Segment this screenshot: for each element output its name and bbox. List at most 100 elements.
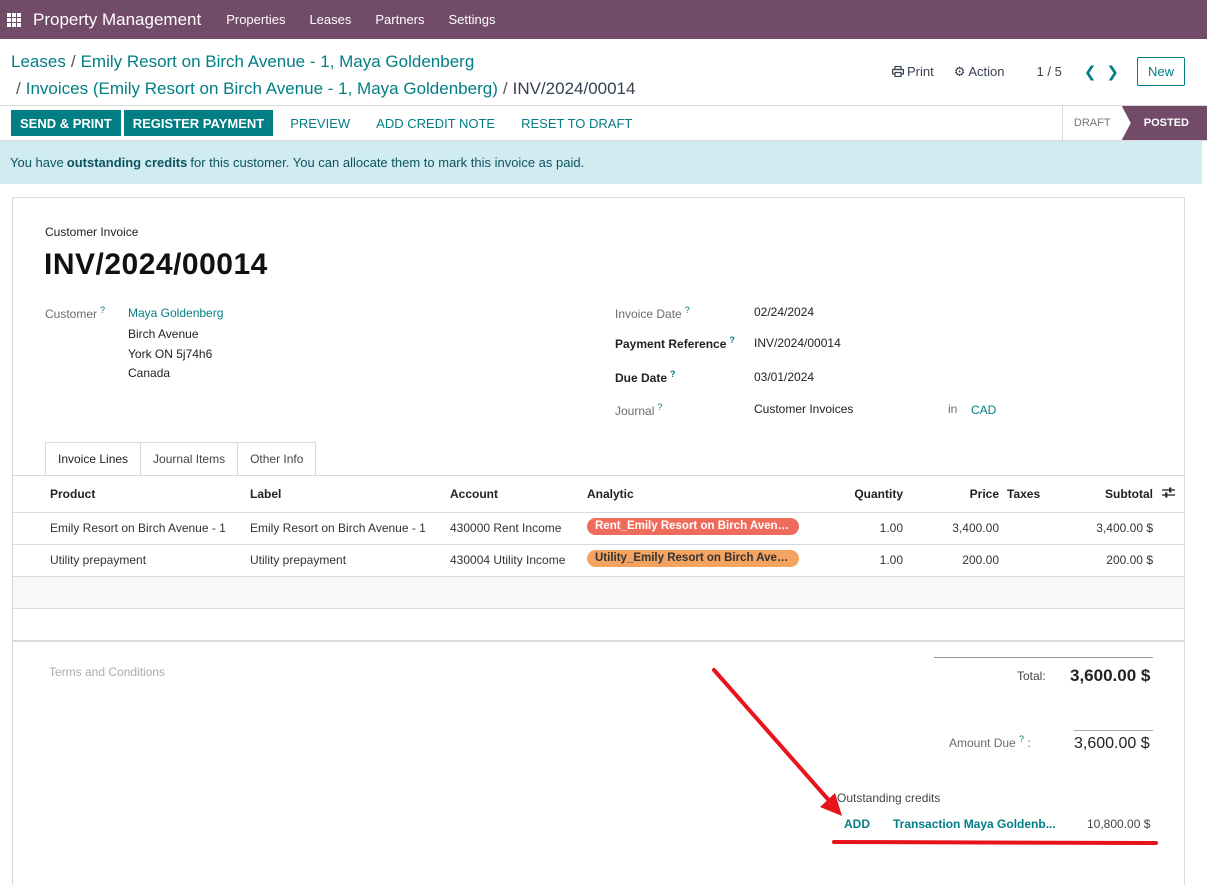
row-product[interactable]: Emily Resort on Birch Avenue - 1 [50,512,250,545]
invoice-sheet: Customer Invoice INV/2024/00014 Customer… [12,197,1185,885]
grid-icon[interactable] [7,12,21,27]
menu-partners[interactable]: Partners [375,12,424,27]
row-label[interactable]: Emily Resort on Birch Avenue - 1 [250,512,450,545]
amount-due-label-text: Amount Due [949,736,1016,750]
header-account: Account [450,476,587,513]
table-row[interactable]: Utility prepayment Utility prepayment 43… [13,544,1184,577]
header-quantity: Quantity [807,476,903,513]
menu-leases[interactable]: Leases [309,12,351,27]
totals-divider [934,657,1153,658]
row-quantity[interactable]: 1.00 [807,544,903,577]
row-taxes[interactable] [999,512,1068,545]
journal-field[interactable]: Customer Invoices [754,402,853,416]
row-taxes[interactable] [999,544,1068,577]
app-title[interactable]: Property Management [33,10,201,30]
row-analytic[interactable]: Rent_Emily Resort on Birch Avenue... [587,512,807,545]
header-taxes: Taxes [999,476,1068,513]
invoice-number: INV/2024/00014 [44,248,268,281]
row-quantity[interactable]: 1.00 [807,512,903,545]
breadcrumb-leases[interactable]: Leases [11,52,66,71]
customer-name[interactable]: Maya Goldenberg [128,306,223,320]
analytic-tag: Rent_Emily Resort on Birch Avenue... [587,518,799,535]
gear-icon: ⚙ [953,63,966,79]
table-row[interactable]: Emily Resort on Birch Avenue - 1 Emily R… [13,512,1184,545]
breadcrumb-invoices[interactable]: Invoices (Emily Resort on Birch Avenue -… [26,79,498,98]
row-account[interactable]: 430004 Utility Income [450,544,587,577]
help-icon[interactable]: ? [100,305,105,315]
total-label: Total: [1017,669,1046,683]
help-icon[interactable]: ? [1019,734,1024,744]
notebook-tabs: Invoice Lines Journal Items Other Info [45,442,317,475]
help-icon[interactable]: ? [657,402,662,412]
currency-field[interactable]: CAD [971,403,996,417]
header-label: Label [250,476,450,513]
alert-suffix: for this customer. You can allocate them… [190,155,585,170]
printer-icon [892,66,904,77]
header-spacer [13,476,50,513]
invoice-date-field[interactable]: 02/24/2024 [754,305,814,319]
outstanding-credits-title: Outstanding credits [837,791,941,805]
action-button[interactable]: ⚙ Action [954,64,1005,80]
amount-due-value: 3,600.00 $ [1074,735,1150,752]
header-price: Price [903,476,999,513]
send-print-button[interactable]: SEND & PRINT [11,110,121,136]
breadcrumb-lease-record[interactable]: Emily Resort on Birch Avenue - 1, Maya G… [81,52,475,71]
row-price[interactable]: 3,400.00 [903,512,999,545]
terms-conditions-field[interactable]: Terms and Conditions [49,665,165,679]
menu-settings[interactable]: Settings [449,12,496,27]
outstanding-credits-alert: You have outstanding credits for this cu… [0,141,1202,184]
top-navbar: Property Management Properties Leases Pa… [0,0,1207,39]
total-value: 3,600.00 $ [1070,666,1151,685]
analytic-tag: Utility_Emily Resort on Birch Aven... [587,550,799,567]
amount-due-label: Amount Due ? : [949,734,1031,750]
preview-button[interactable]: PREVIEW [281,110,359,136]
print-button[interactable]: Print [892,64,934,79]
reset-to-draft-button[interactable]: RESET TO DRAFT [512,110,641,136]
status-posted[interactable]: POSTED [1121,106,1207,140]
customer-address-line3: Canada [128,366,171,380]
row-account[interactable]: 430000 Rent Income [450,512,587,545]
customer-address-line2: York ON 5j74h6 [128,347,213,361]
outstanding-amount: 10,800.00 $ [1087,817,1151,831]
tab-journal-items[interactable]: Journal Items [140,442,239,475]
tab-invoice-lines[interactable]: Invoice Lines [45,442,142,475]
breadcrumb-separator: / [502,79,508,98]
due-date-field[interactable]: 03/01/2024 [754,370,814,384]
add-credit-button[interactable]: ADD [844,817,870,831]
row-analytic[interactable]: Utility_Emily Resort on Birch Aven... [587,544,807,577]
optional-columns-icon[interactable] [1153,476,1184,513]
help-icon[interactable]: ? [685,305,690,315]
breadcrumb-current: INV/2024/00014 [512,79,636,98]
alert-bold: outstanding credits [66,155,188,170]
register-payment-button[interactable]: REGISTER PAYMENT [123,110,274,136]
header-subtotal: Subtotal [1068,476,1153,513]
help-icon[interactable]: ? [670,369,676,379]
journal-label: Journal? [615,402,662,418]
new-button[interactable]: New [1136,57,1185,86]
amount-due-divider [1074,730,1153,731]
payment-reference-label-text: Payment Reference [615,337,727,351]
tab-other-info[interactable]: Other Info [237,442,317,475]
table-header-row: Product Label Account Analytic Quantity … [13,476,1184,513]
action-label: Action [968,64,1005,79]
row-price[interactable]: 200.00 [903,544,999,577]
control-panel-actions: Print ⚙ Action 1 / 5 ❮ ❯ New [892,57,1185,86]
invoice-date-label-text: Invoice Date [615,307,682,321]
chevron-left-icon[interactable]: ❮ [1084,63,1097,81]
help-icon[interactable]: ? [729,335,735,345]
menu-properties[interactable]: Properties [226,12,285,27]
breadcrumb-separator: / [16,79,21,98]
chevron-right-icon[interactable]: ❯ [1106,63,1119,81]
row-product[interactable]: Utility prepayment [50,544,250,577]
document-type-label: Customer Invoice [45,225,139,239]
due-date-label: Due Date? [615,369,676,385]
pager-value[interactable]: 1 / 5 [1037,64,1062,79]
outstanding-transaction-link[interactable]: Transaction Maya Goldenb... [893,817,1065,831]
invoice-date-label: Invoice Date? [615,305,690,321]
payment-reference-field[interactable]: INV/2024/00014 [754,336,841,350]
header-product: Product [50,476,250,513]
row-label[interactable]: Utility prepayment [250,544,450,577]
status-draft[interactable]: DRAFT [1061,106,1122,140]
empty-row [13,576,1184,609]
add-credit-note-button[interactable]: ADD CREDIT NOTE [367,110,504,136]
